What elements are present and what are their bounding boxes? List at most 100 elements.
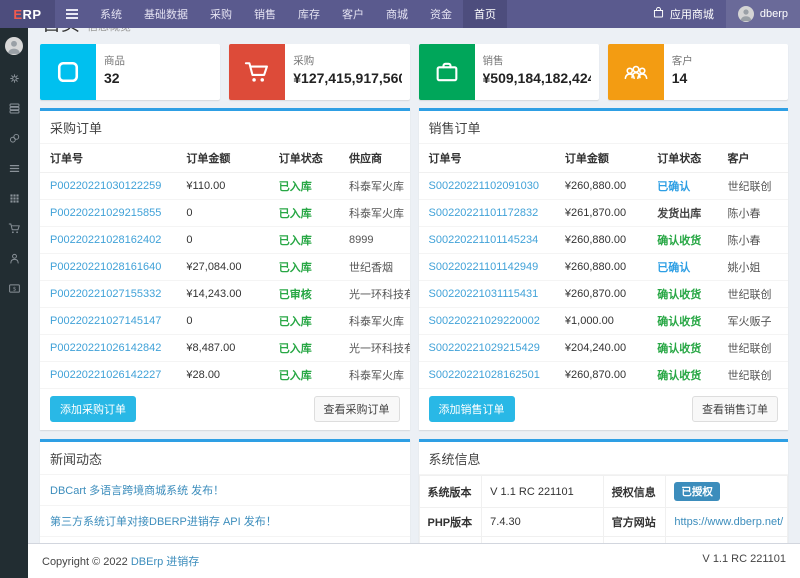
settings-icon[interactable] [7, 71, 21, 85]
column-header: 订单状态 [273, 144, 343, 173]
order-amount: ¥8,487.00 [180, 335, 272, 362]
order-status: 已审核 [279, 289, 312, 301]
stat-card: 商品32 [40, 44, 220, 100]
order-amount: 0 [180, 308, 272, 335]
user-avatar-icon [738, 6, 754, 22]
copyright-text: Copyright © 2022 DBErp 进销存 [42, 553, 199, 569]
column-header: 客户 [721, 144, 788, 173]
nav-item[interactable]: 客户 [331, 0, 375, 28]
svg-text:$: $ [12, 286, 16, 292]
app-store-label: 应用商城 [670, 6, 714, 22]
order-number-link[interactable]: P00220221027145147 [50, 315, 161, 327]
nav-item[interactable]: 基础数据 [133, 0, 199, 28]
logo-text-rp: RP [23, 7, 42, 22]
order-amount: ¥27,084.00 [180, 254, 272, 281]
order-number-link[interactable]: P00220221027155332 [50, 288, 161, 300]
order-number-link[interactable]: P00220221028162402 [50, 234, 161, 246]
stat-card-label: 客户 [672, 53, 780, 68]
column-header: 订单状态 [651, 144, 721, 173]
app-store-link[interactable]: 应用商城 [640, 0, 726, 28]
sales-list-icon[interactable] [7, 161, 21, 175]
order-party: 科泰军火库 [343, 362, 410, 389]
order-amount: ¥261,870.00 [559, 200, 651, 227]
cart-icon[interactable] [7, 221, 21, 235]
table-row: S00220221031115431¥260,870.00确认收货世纪联创 [419, 281, 789, 308]
view-sales-orders-button[interactable]: 查看销售订单 [692, 396, 778, 422]
news-panel-title: 新闻动态 [40, 442, 410, 475]
table-row: S00220221102091030¥260,880.00已确认世纪联创 [419, 173, 789, 200]
view-purchase-orders-button[interactable]: 查看采购订单 [314, 396, 400, 422]
order-party: 世纪香烟 [343, 254, 410, 281]
order-amount: ¥260,870.00 [559, 281, 651, 308]
table-row: S00220221101145234¥260,880.00确认收货陈小春 [419, 227, 789, 254]
nav-item[interactable]: 资金 [419, 0, 463, 28]
nav-item[interactable]: 系统 [89, 0, 133, 28]
order-status: 确认收货 [657, 316, 701, 328]
funds-icon[interactable]: $ [7, 281, 21, 295]
order-number-link[interactable]: P00220221028161640 [50, 261, 161, 273]
system-info-row: PHP版本7.4.30官方网站https://www.dberp.net/ [419, 508, 788, 537]
order-status: 已入库 [279, 208, 312, 220]
system-info-label: 授权信息 [603, 476, 666, 508]
order-status: 已入库 [279, 235, 312, 247]
news-link[interactable]: 第三方系统订单对接DBERP进销存 API 发布！ [50, 516, 277, 528]
order-party: 世纪联创 [721, 173, 788, 200]
stat-card-label: 采购 [293, 53, 401, 68]
customer-icon[interactable] [7, 251, 21, 265]
purchase-icon[interactable] [7, 131, 21, 145]
add-sales-order-button[interactable]: 添加销售订单 [429, 396, 515, 422]
order-number-link[interactable]: S00220221028162501 [429, 369, 540, 381]
order-number-link[interactable]: S00220221101172832 [429, 207, 539, 219]
order-number-link[interactable]: S00220221102091030 [429, 180, 540, 192]
top-navbar: ERP 系统基础数据采购销售库存客户商城资金首页 应用商城 dberp [0, 0, 800, 28]
order-status: 发货出库 [657, 208, 701, 220]
nav-item[interactable]: 库存 [287, 0, 331, 28]
nav-item[interactable]: 商城 [375, 0, 419, 28]
external-link[interactable]: https://www.dberp.net/ [674, 516, 783, 528]
column-header: 订单号 [419, 144, 559, 173]
sales-orders-panel: 销售订单 订单号订单金额订单状态客户S00220221102091030¥260… [419, 108, 789, 430]
order-status: 已确认 [657, 181, 690, 193]
table-row: S00220221029220002¥1,000.00确认收货军火贩子 [419, 308, 789, 335]
order-number-link[interactable]: P00220221030122259 [50, 180, 161, 192]
order-number-link[interactable]: S00220221031115431 [429, 288, 539, 300]
order-number-link[interactable]: S00220221029220002 [429, 315, 540, 327]
order-party: 世纪联创 [721, 362, 788, 389]
nav-item[interactable]: 采购 [199, 0, 243, 28]
username-label: dberp [760, 8, 788, 20]
table-row: P00220221026142227¥28.00已入库科泰军火库 [40, 362, 410, 389]
brand-link[interactable]: DBErp 进销存 [131, 556, 199, 568]
order-number-link[interactable]: P00220221029215855 [50, 207, 161, 219]
order-status: 已入库 [279, 343, 312, 355]
stat-card-value: ¥127,415,917,560,032.0 [293, 70, 401, 86]
hamburger-icon[interactable] [55, 0, 89, 28]
app-logo[interactable]: ERP [0, 0, 55, 28]
order-amount: ¥260,880.00 [559, 227, 651, 254]
nav-item[interactable]: 首页 [463, 0, 507, 28]
add-purchase-order-button[interactable]: 添加采购订单 [50, 396, 136, 422]
table-row: S00220221028162501¥260,870.00确认收货世纪联创 [419, 362, 789, 389]
order-number-link[interactable]: P00220221026142227 [50, 369, 161, 381]
order-party: 科泰军火库 [343, 200, 410, 227]
user-menu[interactable]: dberp [726, 0, 800, 28]
authorized-badge: 已授权 [674, 482, 720, 501]
order-status: 已入库 [279, 316, 312, 328]
news-link[interactable]: DBCart 多语言跨境商城系统 发布！ [50, 485, 224, 497]
order-party: 陈小春 [721, 200, 788, 227]
nav-item[interactable]: 销售 [243, 0, 287, 28]
stat-cards-row: 商品32采购¥127,415,917,560,032.0销售¥509,184,1… [40, 44, 788, 100]
order-number-link[interactable]: S00220221029215429 [429, 342, 540, 354]
inventory-grid-icon[interactable] [7, 191, 21, 205]
order-number-link[interactable]: S00220221101145234 [429, 234, 539, 246]
order-number-link[interactable]: P00220221026142842 [50, 342, 161, 354]
system-info-value: https://www.dberp.net/ [666, 508, 788, 537]
order-status: 确认收货 [657, 289, 701, 301]
order-status: 已入库 [279, 262, 312, 274]
order-amount: ¥260,870.00 [559, 362, 651, 389]
order-number-link[interactable]: S00220221101142949 [429, 261, 539, 273]
sidebar-user-avatar-icon[interactable] [5, 37, 23, 55]
shopping-bag-icon [652, 6, 665, 22]
order-party: 姚小姐 [721, 254, 788, 281]
database-icon[interactable] [7, 101, 21, 115]
page-footer: Copyright © 2022 DBErp 进销存 V 1.1 RC 2211… [28, 543, 800, 578]
